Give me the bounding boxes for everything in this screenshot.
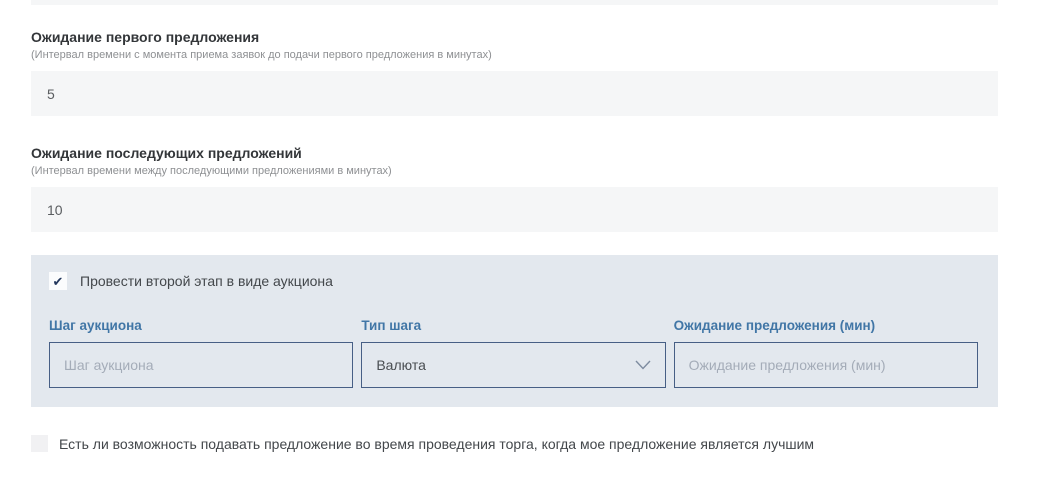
step-type-label: Тип шага: [361, 318, 665, 334]
step-type-column: Тип шага Валюта: [361, 318, 665, 388]
step-type-selected-value: Валюта: [376, 357, 426, 373]
check-icon: ✔: [53, 275, 64, 288]
first-offer-wait-field: Ожидание первого предложения (Интервал в…: [31, 29, 998, 116]
first-offer-wait-hint: (Интервал времени с момента приема заяво…: [31, 49, 998, 62]
second-stage-checkbox-row: ✔ Провести второй этап в виде аукциона: [49, 272, 978, 290]
chevron-down-icon: [635, 360, 651, 370]
auction-step-label: Шаг аукциона: [49, 318, 353, 334]
offer-wait-label: Ожидание предложения (мин): [674, 318, 978, 334]
step-type-select[interactable]: Валюта: [361, 342, 665, 388]
auction-step-field: [49, 342, 353, 388]
offer-wait-input[interactable]: [689, 357, 963, 373]
best-offer-checkbox-row: Есть ли возможность подавать предложение…: [31, 435, 998, 452]
best-offer-checkbox-label: Есть ли возможность подавать предложение…: [59, 436, 814, 452]
auction-settings-form: Ожидание первого предложения (Интервал в…: [0, 0, 1048, 491]
next-offers-wait-hint: (Интервал времени между последующими пре…: [31, 165, 998, 178]
first-offer-wait-label: Ожидание первого предложения: [31, 29, 998, 46]
first-offer-wait-input[interactable]: [31, 71, 998, 116]
second-stage-checkbox[interactable]: ✔: [49, 272, 67, 290]
auction-params-row: Шаг аукциона Тип шага Валюта: [49, 318, 978, 388]
cropped-input-above: [31, 0, 998, 5]
next-offers-wait-label: Ожидание последующих предложений: [31, 145, 998, 162]
auction-step-input[interactable]: [64, 357, 338, 373]
offer-wait-column: Ожидание предложения (мин): [674, 318, 978, 388]
best-offer-checkbox[interactable]: [31, 435, 48, 452]
next-offers-wait-field: Ожидание последующих предложений (Интерв…: [31, 145, 998, 232]
next-offers-wait-input[interactable]: [31, 187, 998, 232]
auction-step-column: Шаг аукциона: [49, 318, 353, 388]
second-stage-auction-panel: ✔ Провести второй этап в виде аукциона Ш…: [31, 255, 998, 407]
second-stage-checkbox-label: Провести второй этап в виде аукциона: [80, 273, 333, 289]
offer-wait-field: [674, 342, 978, 388]
